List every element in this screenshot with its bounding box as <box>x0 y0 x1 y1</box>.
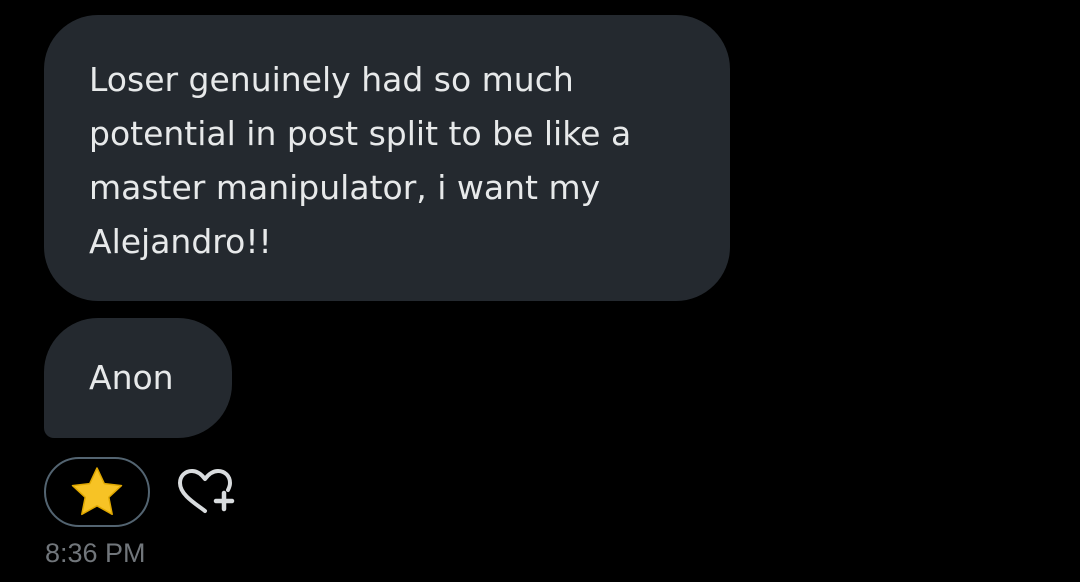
message-bubble[interactable]: Loser genuinely had so much potential in… <box>44 15 730 301</box>
message-timestamp: 8:36 PM <box>45 538 146 568</box>
star-reaction-button[interactable] <box>44 457 150 527</box>
heart-plus-icon <box>174 467 236 519</box>
message-bubble[interactable]: Anon <box>44 318 232 438</box>
add-reaction-button[interactable] <box>174 467 236 519</box>
star-icon <box>68 465 126 519</box>
message-text: Loser genuinely had so much potential in… <box>89 60 632 261</box>
message-text: Anon <box>89 358 174 397</box>
